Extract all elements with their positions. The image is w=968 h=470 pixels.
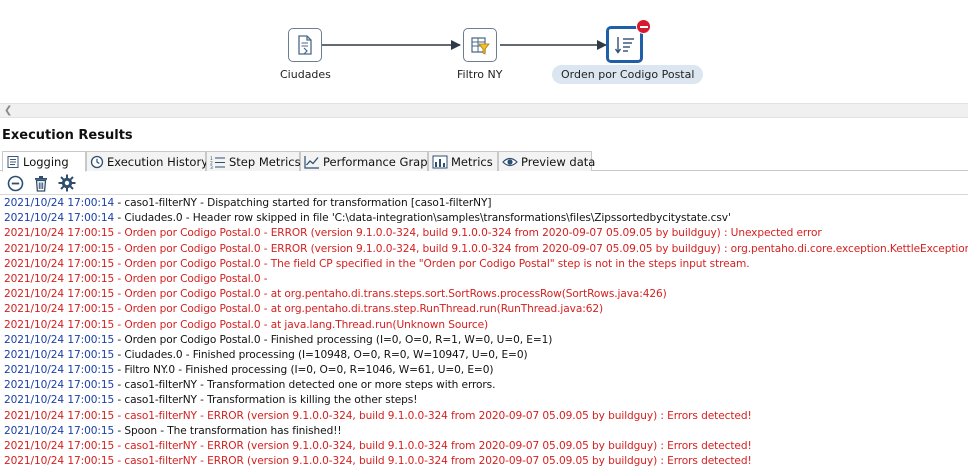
- clock-icon: [90, 155, 104, 168]
- log-line: 2021/10/24 17:00:15 - caso1-filterNY - E…: [4, 409, 968, 424]
- tab-preview-data-label: Preview data: [521, 154, 596, 169]
- logging-icon: [7, 155, 19, 168]
- clear-log-button[interactable]: [32, 174, 50, 192]
- log-message: - Filtro NY.0 - Finished processing (I=0…: [114, 364, 494, 377]
- tab-step-metrics-label: Step Metrics: [229, 154, 301, 169]
- text-file-input-icon: [298, 35, 312, 55]
- log-timestamp: 2021/10/24 17:00:15: [4, 440, 115, 452]
- stop-icon: [7, 175, 23, 191]
- log-line: 2021/10/24 17:00:15 - Orden por Codigo P…: [4, 226, 968, 241]
- log-message: - Orden por Codigo Postal.0 - ERROR (ver…: [114, 227, 822, 240]
- tab-execution-history[interactable]: Execution History: [86, 151, 209, 171]
- log-message: - caso1-filterNY - Dispatching started f…: [114, 197, 492, 209]
- log-line: 2021/10/24 17:00:15 - Spoon - The transf…: [4, 424, 968, 439]
- log-line: 2021/10/24 17:00:15 - caso1-filterNY - T…: [4, 393, 968, 408]
- log-timestamp: 2021/10/24 17:00:15: [4, 303, 115, 316]
- log-timestamp: 2021/10/24 17:00:15: [4, 364, 115, 377]
- tab-logging[interactable]: Logging: [2, 151, 86, 172]
- stop-button[interactable]: [6, 174, 24, 192]
- log-message: - Spoon - The transformation has finishe…: [114, 424, 342, 437]
- log-line: 2021/10/24 17:00:14 - caso1-filterNY - D…: [4, 196, 968, 211]
- log-line: 2021/10/24 17:00:15 - caso1-filterNY - T…: [4, 378, 968, 393]
- log-toolbar: [0, 172, 968, 194]
- graph-icon: [304, 155, 319, 169]
- log-timestamp: 2021/10/24 17:00:15: [4, 257, 115, 270]
- tab-metrics[interactable]: Metrics: [428, 151, 498, 171]
- tab-execution-history-label: Execution History: [107, 154, 209, 169]
- gear-icon: [58, 174, 76, 192]
- log-settings-button[interactable]: [58, 174, 76, 192]
- log-timestamp: 2021/10/24 17:00:15: [4, 288, 115, 301]
- log-line: 2021/10/24 17:00:15 - Orden por Codigo P…: [4, 287, 968, 302]
- log-timestamp: 2021/10/24 17:00:14: [4, 197, 115, 209]
- log-message: - caso1-filterNY - Transformation detect…: [114, 379, 496, 392]
- tab-metrics-label: Metrics: [451, 154, 493, 169]
- log-line: 2021/10/24 17:00:15 - Orden por Codigo P…: [4, 318, 968, 333]
- canvas-horizontal-scrollbar[interactable]: ❮: [0, 103, 968, 118]
- log-timestamp: 2021/10/24 17:00:15: [4, 455, 115, 468]
- log-timestamp: 2021/10/24 17:00:15: [4, 272, 115, 285]
- log-line: 2021/10/24 17:00:15 - Orden por Codigo P…: [4, 272, 968, 287]
- svg-text:3: 3: [210, 165, 213, 169]
- error-badge-icon[interactable]: [636, 19, 651, 34]
- log-line: 2021/10/24 17:00:14 - Ciudades.0 - Heade…: [4, 211, 968, 226]
- log-line: 2021/10/24 17:00:15 - Orden por Codigo P…: [4, 333, 968, 348]
- log-timestamp: 2021/10/24 17:00:15: [4, 333, 115, 346]
- log-timestamp: 2021/10/24 17:00:15: [4, 348, 115, 361]
- log-message: - caso1-filterNY - ERROR (version 9.1.0.…: [114, 440, 752, 452]
- log-message: - Orden por Codigo Postal.0 - Finished p…: [114, 333, 553, 346]
- tab-performance-graph-label: Performance Graph: [323, 154, 435, 169]
- step-ciudades[interactable]: [288, 28, 322, 62]
- step-label-filtro-ny: Filtro NY: [457, 68, 503, 81]
- log-line: 2021/10/24 17:00:15 - Ciudades.0 - Finis…: [4, 348, 968, 363]
- scroll-left-icon[interactable]: ❮: [4, 105, 12, 116]
- log-line: 2021/10/24 17:00:15 - Filtro NY.0 - Fini…: [4, 363, 968, 378]
- tab-performance-graph[interactable]: Performance Graph: [300, 151, 435, 171]
- log-timestamp: 2021/10/24 17:00:15: [4, 318, 115, 331]
- log-timestamp: 2021/10/24 17:00:15: [4, 394, 115, 407]
- log-message: - Orden por Codigo Postal.0 - at org.pen…: [114, 303, 604, 316]
- step-label-ciudades: Ciudades: [280, 68, 331, 81]
- log-message: - Orden por Codigo Postal.0 - ERROR (ver…: [114, 242, 968, 255]
- log-line: 2021/10/24 17:00:15 - caso1-filterNY - E…: [4, 439, 968, 454]
- tab-step-metrics[interactable]: 123 Step Metrics: [206, 151, 301, 171]
- log-message: - caso1-filterNY - ERROR (version 9.1.0.…: [114, 409, 752, 422]
- log-line: 2021/10/24 17:00:15 - caso1-filterNY - E…: [4, 454, 968, 469]
- log-timestamp: 2021/10/24 17:00:15: [4, 227, 115, 240]
- log-message: - Orden por Codigo Postal.0 -: [114, 272, 268, 285]
- log-message: - Orden por Codigo Postal.0 - at org.pen…: [114, 288, 667, 301]
- execution-tabs: Logging Execution History 123 Step Metri…: [0, 150, 968, 172]
- log-message: - Ciudades.0 - Header row skipped in fil…: [114, 212, 731, 225]
- log-line: 2021/10/24 17:00:15 - Orden por Codigo P…: [4, 257, 968, 272]
- trash-icon: [35, 175, 47, 192]
- tab-preview-data[interactable]: Preview data: [498, 151, 596, 171]
- sort-rows-icon: [614, 36, 634, 54]
- execution-results-title: Execution Results: [2, 128, 133, 143]
- log-timestamp: 2021/10/24 17:00:15: [4, 379, 115, 392]
- step-label-orden-codigo-postal: Orden por Codigo Postal: [552, 65, 704, 84]
- list-icon: 123: [210, 156, 225, 169]
- step-filtro-ny[interactable]: [463, 28, 497, 62]
- log-message: - caso1-filterNY - ERROR (version 9.1.0.…: [114, 455, 752, 468]
- log-line: 2021/10/24 17:00:15 - Orden por Codigo P…: [4, 242, 968, 257]
- log-timestamp: 2021/10/24 17:00:15: [4, 409, 115, 422]
- bar-chart-icon: [432, 155, 448, 168]
- log-message: - caso1-filterNY - Transformation is kil…: [114, 394, 418, 407]
- tab-logging-label: Logging: [23, 154, 69, 169]
- log-message: - Ciudades.0 - Finished processing (I=10…: [114, 348, 528, 361]
- log-timestamp: 2021/10/24 17:00:15: [4, 424, 115, 437]
- filter-rows-icon: [471, 37, 490, 55]
- log-timestamp: 2021/10/24 17:00:15: [4, 242, 115, 255]
- log-message: - Orden por Codigo Postal.0 - at java.la…: [114, 318, 489, 331]
- eye-icon: [502, 157, 518, 166]
- log-output[interactable]: 2021/10/24 17:00:14 - caso1-filterNY - D…: [0, 194, 968, 470]
- log-message: - Orden por Codigo Postal.0 - The field …: [114, 257, 750, 270]
- transformation-canvas[interactable]: Ciudades Filtro NY Orden por Codigo Post…: [0, 0, 968, 103]
- log-line: 2021/10/24 17:00:15 - Orden por Codigo P…: [4, 302, 968, 317]
- log-timestamp: 2021/10/24 17:00:14: [4, 212, 115, 225]
